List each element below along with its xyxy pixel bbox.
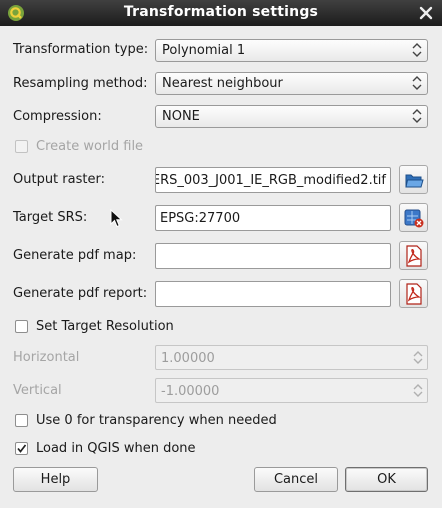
cancel-button[interactable]: Cancel bbox=[254, 467, 338, 492]
window-title: Transformation settings bbox=[123, 4, 319, 20]
checkmark-icon bbox=[17, 444, 27, 453]
horizontal-value: 1.00000 bbox=[161, 351, 215, 366]
target-srs-field[interactable]: EPSG:27700 bbox=[155, 205, 391, 231]
generate-pdf-map-label: Generate pdf map: bbox=[13, 248, 137, 263]
transformation-type-combo[interactable]: Polynomial 1 bbox=[155, 39, 428, 62]
combo-arrows-icon bbox=[412, 76, 422, 90]
output-raster-label: Output raster: bbox=[13, 172, 105, 187]
load-in-qgis-checkbox[interactable] bbox=[15, 442, 28, 455]
resampling-method-combo[interactable]: Nearest neighbour bbox=[155, 72, 428, 95]
create-world-file-label: Create world file bbox=[36, 139, 144, 154]
pdf-icon bbox=[406, 245, 422, 267]
select-srs-button[interactable] bbox=[399, 203, 428, 232]
transformation-type-label: Transformation type: bbox=[13, 42, 149, 57]
transformation-type-value: Polynomial 1 bbox=[162, 43, 246, 58]
resampling-method-label: Resampling method: bbox=[13, 76, 148, 91]
title-bar[interactable]: Transformation settings bbox=[0, 0, 442, 26]
set-target-resolution-checkbox[interactable] bbox=[15, 320, 28, 333]
compression-value: NONE bbox=[162, 109, 200, 124]
vertical-value: -1.00000 bbox=[161, 384, 220, 399]
generate-pdf-report-field[interactable] bbox=[155, 281, 391, 307]
close-icon[interactable] bbox=[416, 3, 436, 23]
combo-arrows-icon bbox=[412, 43, 422, 57]
folder-open-icon bbox=[405, 174, 424, 188]
target-srs-label: Target SRS: bbox=[13, 210, 88, 225]
generate-pdf-report-label: Generate pdf report: bbox=[13, 286, 148, 301]
vertical-label: Vertical bbox=[13, 383, 62, 398]
target-srs-value: EPSG:27700 bbox=[160, 211, 241, 226]
load-in-qgis-label: Load in QGIS when done bbox=[36, 441, 196, 456]
horizontal-spinbox[interactable]: 1.00000 bbox=[155, 345, 428, 370]
generate-pdf-map-field[interactable] bbox=[155, 243, 391, 269]
vertical-spinbox[interactable]: -1.00000 bbox=[155, 378, 428, 403]
transformation-settings-dialog: Transformation settings Transformation t… bbox=[0, 0, 442, 508]
mouse-pointer-icon bbox=[110, 209, 123, 228]
resampling-method-value: Nearest neighbour bbox=[162, 76, 283, 91]
help-button[interactable]: Help bbox=[13, 467, 98, 492]
browse-pdf-map-button[interactable] bbox=[399, 241, 428, 270]
projection-selector-icon bbox=[404, 209, 424, 228]
combo-arrows-icon bbox=[412, 109, 422, 123]
spin-arrows-icon bbox=[413, 384, 423, 397]
ok-button[interactable]: OK bbox=[345, 467, 428, 492]
browse-pdf-report-button[interactable] bbox=[399, 279, 428, 308]
pdf-icon bbox=[406, 283, 422, 305]
output-raster-field[interactable]: ERS_003_J001_IE_RGB_modified2.tif bbox=[155, 167, 391, 193]
compression-combo[interactable]: NONE bbox=[155, 105, 428, 128]
compression-label: Compression: bbox=[13, 109, 102, 124]
spin-arrows-icon bbox=[413, 351, 423, 364]
browse-output-raster-button[interactable] bbox=[399, 165, 428, 194]
create-world-file-checkbox[interactable] bbox=[15, 140, 28, 153]
use-zero-transparency-checkbox[interactable] bbox=[15, 414, 28, 427]
set-target-resolution-label: Set Target Resolution bbox=[36, 319, 174, 334]
horizontal-label: Horizontal bbox=[13, 350, 80, 365]
output-raster-value: ERS_003_J001_IE_RGB_modified2.tif bbox=[155, 173, 386, 188]
use-zero-transparency-label: Use 0 for transparency when needed bbox=[36, 413, 277, 428]
